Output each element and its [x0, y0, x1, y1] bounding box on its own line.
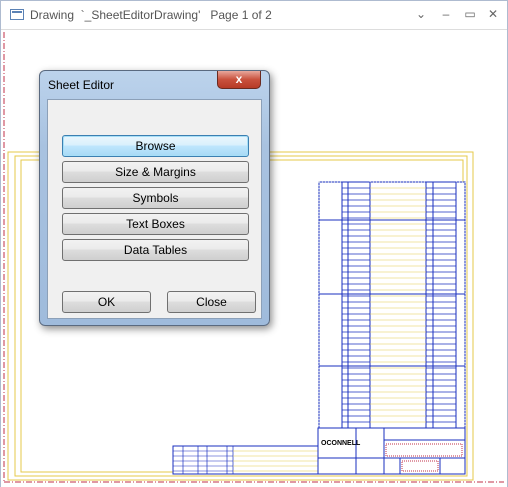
parts-table [172, 445, 319, 475]
sheet-editor-dialog: Sheet Editor x Browse Size & Margins Sym… [39, 70, 270, 326]
dialog-close-button[interactable]: x [217, 71, 261, 89]
drawing-app-icon [10, 9, 24, 20]
close-button[interactable]: Close [167, 291, 256, 313]
chevron-down-icon[interactable]: ⌄ [413, 6, 429, 22]
window-title: Drawing `_SheetEditorDrawing' Page 1 of … [30, 8, 272, 22]
symbols-button[interactable]: Symbols [62, 187, 249, 209]
dialog-title: Sheet Editor [48, 78, 115, 92]
data-tables-button[interactable]: Data Tables [62, 239, 249, 261]
close-icon[interactable]: ✕ [485, 6, 501, 22]
text-boxes-button[interactable]: Text Boxes [62, 213, 249, 235]
ok-button[interactable]: OK [62, 291, 151, 313]
revision-table [318, 181, 466, 429]
title-bar[interactable]: Drawing `_SheetEditorDrawing' Page 1 of … [1, 1, 507, 29]
title-block-logo: OCONNELL [321, 440, 361, 447]
minimize-icon[interactable]: – [438, 6, 454, 22]
maximize-icon[interactable]: ▭ [462, 6, 478, 22]
title-block: OCONNELL [317, 427, 466, 475]
size-margins-button[interactable]: Size & Margins [62, 161, 249, 183]
browse-button[interactable]: Browse [62, 135, 249, 157]
dialog-body: Browse Size & Margins Symbols Text Boxes… [47, 99, 262, 319]
